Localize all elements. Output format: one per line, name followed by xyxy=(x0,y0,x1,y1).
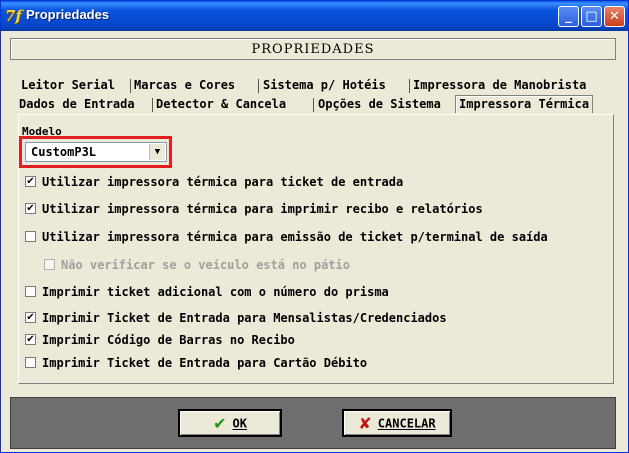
properties-window: 7f Propriedades _ □ ✕ PROPRIEDADES Leito… xyxy=(0,0,629,453)
tab-dados-entrada[interactable]: Dados de Entrada xyxy=(19,96,135,113)
option-label: Utilizar impressora térmica para emissão… xyxy=(42,230,548,244)
tab-sistema-hoteis[interactable]: Sistema p/ Hotéis xyxy=(263,77,386,94)
cancel-button[interactable]: ✘ CANCELAR xyxy=(342,409,452,437)
ok-button[interactable]: ✔ OK xyxy=(178,409,282,437)
tab-marcas-cores[interactable]: Marcas e Cores xyxy=(134,77,235,94)
tab-divider xyxy=(258,79,259,93)
close-icon: ✕ xyxy=(609,9,620,24)
minimize-icon: _ xyxy=(565,9,572,24)
window-title: Propriedades xyxy=(26,7,110,22)
maximize-button[interactable]: □ xyxy=(581,6,602,27)
option-label: Imprimir Ticket de Entrada para Mensalis… xyxy=(42,311,447,325)
checkbox[interactable] xyxy=(25,286,36,297)
maximize-icon: □ xyxy=(585,9,598,24)
option-label: Utilizar impressora térmica para ticket … xyxy=(42,175,404,189)
checkbox[interactable] xyxy=(25,357,36,368)
checkbox[interactable] xyxy=(25,231,36,242)
button-bar: ✔ OK ✘ CANCELAR xyxy=(10,397,616,449)
tab-detector-cancela[interactable]: Detector & Cancela xyxy=(156,96,286,113)
tab-leitor-serial[interactable]: Leitor Serial xyxy=(21,77,115,94)
checkbox[interactable]: ✔ xyxy=(25,334,36,345)
option-label: Imprimir ticket adicional com o número d… xyxy=(42,285,389,299)
checkmark-icon: ✔ xyxy=(213,413,227,433)
option-label: Imprimir Código de Barras no Recibo xyxy=(42,333,295,347)
tab-opcoes-sistema[interactable]: Opções de Sistema xyxy=(318,96,441,113)
checkbox xyxy=(44,259,55,270)
tab-divider xyxy=(313,98,314,112)
option-label: Imprimir Ticket de Entrada para Cartão D… xyxy=(42,356,368,370)
checkbox[interactable]: ✔ xyxy=(25,312,36,323)
cancel-label: CANCELAR xyxy=(377,416,436,431)
tab-impressora-termica[interactable]: Impressora Térmica xyxy=(455,95,594,113)
checkbox[interactable]: ✔ xyxy=(25,176,36,187)
tab-divider xyxy=(409,79,410,93)
tab-divider xyxy=(152,98,153,112)
ok-label: OK xyxy=(232,416,247,431)
minimize-button[interactable]: _ xyxy=(558,6,579,27)
checkbox[interactable]: ✔ xyxy=(25,203,36,214)
close-button[interactable]: ✕ xyxy=(604,6,625,27)
modelo-selected-value: CustomP3L xyxy=(31,145,97,159)
option-label: Não verificar se o veículo está no pátio xyxy=(61,258,350,272)
page-title: PROPRIEDADES xyxy=(10,38,616,60)
cross-icon: ✘ xyxy=(358,413,372,433)
title-bar[interactable]: 7f Propriedades _ □ ✕ xyxy=(1,1,628,31)
option-label: Utilizar impressora térmica para imprimi… xyxy=(42,202,483,216)
tab-divider xyxy=(130,79,131,93)
tab-impressora-manobrista[interactable]: Impressora de Manobrista xyxy=(413,77,586,94)
chevron-down-icon[interactable]: ▼ xyxy=(149,144,165,160)
app-logo-icon: 7f xyxy=(5,7,22,25)
tab-strip: Leitor Serial Marcas e Cores Sistema p/ … xyxy=(18,77,614,115)
modelo-select[interactable]: CustomP3L ▼ xyxy=(25,142,167,162)
